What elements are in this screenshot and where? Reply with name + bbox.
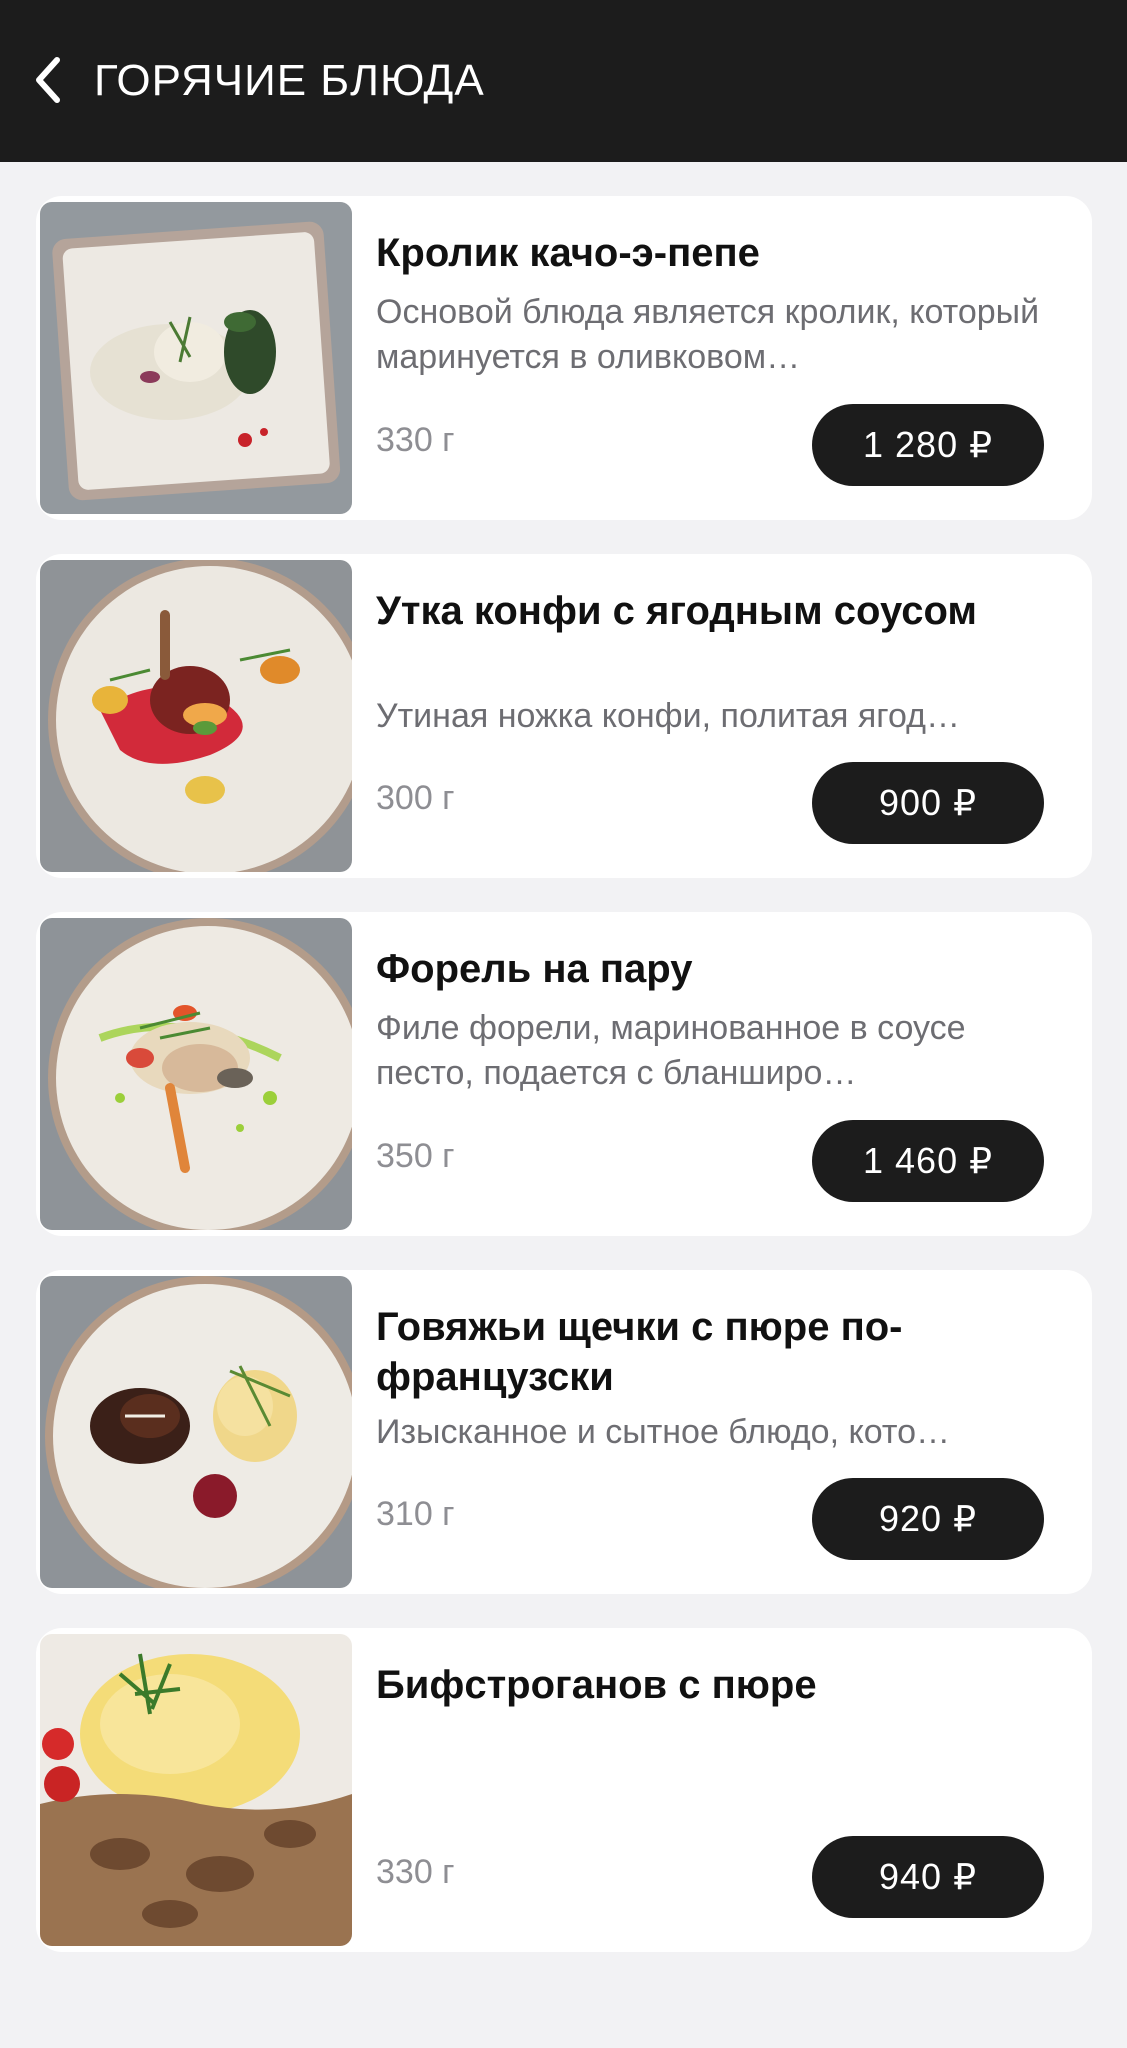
dish-title: Утка конфи с ягодным соусом — [376, 589, 977, 633]
top-bar: ГОРЯЧИЕ БЛЮДА — [0, 0, 1127, 162]
price-button[interactable]: 1 460 ₽ — [812, 1120, 1044, 1202]
price-button[interactable]: 920 ₽ — [812, 1478, 1044, 1560]
dish-card[interactable]: Утка конфи с ягодным соусом Утиная ножка… — [36, 554, 1092, 878]
dish-weight: 330 г — [376, 1853, 455, 1891]
dish-weight: 330 г — [376, 421, 455, 459]
dish-title: Форель на пару — [376, 947, 693, 991]
price-button[interactable]: 940 ₽ — [812, 1836, 1044, 1918]
dish-photo — [40, 560, 352, 872]
price-button[interactable]: 900 ₽ — [812, 762, 1044, 844]
dish-photo — [40, 1634, 352, 1946]
dish-photo — [40, 202, 352, 514]
chevron-left-icon — [36, 57, 60, 103]
dish-photo — [40, 1276, 352, 1588]
dish-description: Изысканное и сытное блюдо, кото… — [376, 1413, 950, 1451]
dish-title: Бифстроганов с пюре — [376, 1663, 817, 1707]
dish-weight: 300 г — [376, 779, 455, 817]
dish-photo — [40, 918, 352, 1230]
dish-list: Кролик качо-э-пепе Основой блюда являетс… — [36, 196, 1092, 1986]
back-button[interactable] — [28, 52, 68, 108]
dish-description: Филе форели, маринованное в соусе песто,… — [376, 1009, 966, 1092]
dish-description: Основой блюда является кролик, который м… — [376, 293, 1040, 376]
dish-title: Кролик качо-э-пепе — [376, 231, 760, 275]
dish-card[interactable]: Бифстроганов с пюре 330 г 940 ₽ — [36, 1628, 1092, 1952]
dish-weight: 310 г — [376, 1495, 455, 1533]
price-button[interactable]: 1 280 ₽ — [812, 404, 1044, 486]
dish-card[interactable]: Форель на пару Филе форели, маринованное… — [36, 912, 1092, 1236]
dish-card[interactable]: Говяжьи щечки с пюре по-французски Изыск… — [36, 1270, 1092, 1594]
dish-title: Говяжьи щечки с пюре по-французски — [376, 1305, 903, 1399]
dish-description: Утиная ножка конфи, политая ягод… — [376, 697, 960, 735]
dish-card[interactable]: Кролик качо-э-пепе Основой блюда являетс… — [36, 196, 1092, 520]
page-title: ГОРЯЧИЕ БЛЮДА — [94, 56, 485, 105]
dish-weight: 350 г — [376, 1137, 455, 1175]
